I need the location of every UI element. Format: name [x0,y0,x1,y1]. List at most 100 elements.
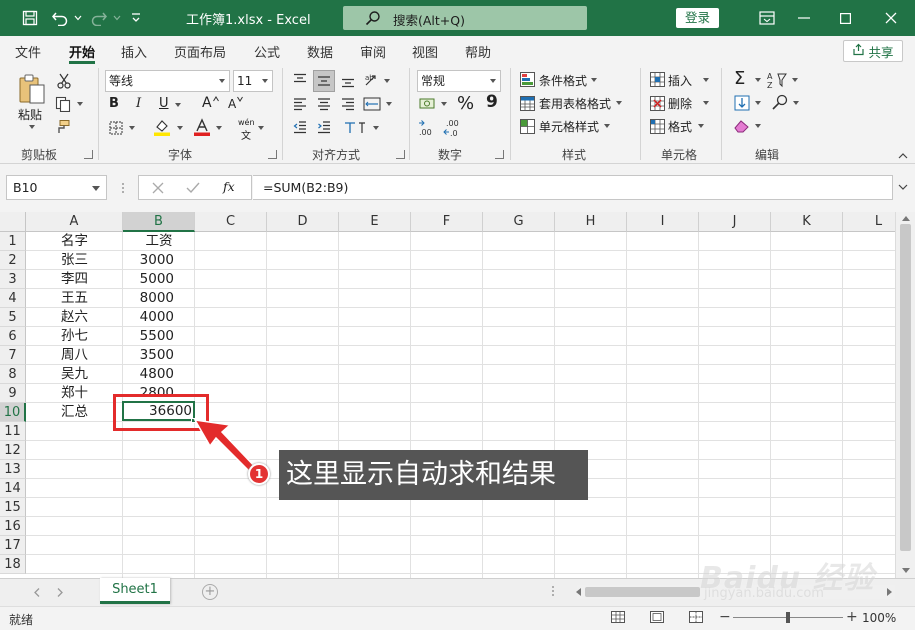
row-header-17[interactable]: 17 [0,536,26,555]
column-header-i[interactable]: I [627,212,699,232]
vertical-scroll-thumb[interactable] [900,224,911,551]
accounting-format-icon[interactable] [418,95,438,113]
sheet-tab-sheet1[interactable]: Sheet1 [100,578,170,604]
align-top-icon[interactable] [291,71,309,89]
find-select-icon[interactable] [770,93,790,111]
page-break-view-icon[interactable] [687,609,705,625]
row-header-10[interactable]: 10 [0,403,26,422]
format-cells-dropdown-icon[interactable] [698,124,704,128]
cell-b6[interactable]: 5500 [123,327,174,346]
delete-cells-label[interactable]: 删除 [668,95,692,112]
cell-styles-icon[interactable] [519,118,535,134]
zoom-in-button[interactable]: + [846,609,858,625]
undo-dropdown-icon[interactable] [73,8,83,28]
collapse-ribbon-icon[interactable] [897,151,909,161]
tab-split-handle[interactable] [550,582,556,600]
confirm-entry-icon[interactable] [185,180,201,196]
format-as-table-label[interactable]: 套用表格格式 [539,95,611,112]
column-header-k[interactable]: K [771,212,843,232]
format-as-table-icon[interactable] [519,95,535,111]
copy-icon[interactable] [53,95,73,113]
conditional-format-icon[interactable] [519,71,535,87]
formula-bar-resize-handle[interactable] [120,180,126,196]
cell-a5[interactable]: 赵六 [61,308,88,327]
font-size-select[interactable]: 11 [233,70,273,92]
decrease-font-button[interactable]: A [228,97,236,111]
wrap-text-icon[interactable] [362,95,382,113]
format-as-table-dropdown-icon[interactable] [616,101,622,105]
column-header-b[interactable]: B [123,212,195,232]
decrease-decimal-icon[interactable]: .00.0 [443,118,463,138]
comma-button[interactable]: 9 [486,92,498,112]
row-header-14[interactable]: 14 [0,479,26,498]
conditional-format-dropdown-icon[interactable] [591,78,597,82]
align-left-icon[interactable] [291,95,309,113]
autosum-dropdown-icon[interactable] [755,78,761,82]
font-name-select[interactable]: 等线 [105,70,230,92]
number-launcher-icon[interactable] [495,150,504,159]
align-center-icon[interactable] [315,95,333,113]
autosum-icon[interactable]: Σ [734,68,745,89]
insert-cells-label[interactable]: 插入 [668,72,692,89]
tab-formulas[interactable]: 公式 [254,42,280,61]
horizontal-scroll-thumb[interactable] [585,587,700,597]
orientation-dropdown-icon[interactable] [384,79,390,83]
scroll-left-icon[interactable] [574,587,582,597]
vertical-scrollbar[interactable] [895,212,915,578]
delete-cells-icon[interactable] [649,95,665,111]
cell-b1[interactable]: 工资 [123,232,195,251]
cancel-entry-icon[interactable] [150,180,166,196]
row-header-2[interactable]: 2 [0,251,26,270]
normal-view-icon[interactable] [609,609,627,625]
format-painter-icon[interactable] [53,118,73,136]
percent-button[interactable]: % [457,93,474,114]
formula-input[interactable]: =SUM(B2:B9) [253,175,893,200]
row-header-15[interactable]: 15 [0,498,26,517]
clear-dropdown-icon[interactable] [755,124,761,128]
scroll-up-icon[interactable] [901,214,911,222]
cell-a1[interactable]: 名字 [61,232,88,251]
increase-decimal-icon[interactable]: .00 [418,118,438,138]
maximize-icon[interactable] [830,6,860,30]
column-header-l[interactable]: L [843,212,895,232]
cut-icon[interactable] [55,72,73,90]
paste-label[interactable]: 粘贴 [18,106,42,123]
customize-quick-access-icon[interactable] [128,8,144,28]
cell-b5[interactable]: 4000 [123,308,174,327]
paste-icon[interactable] [16,72,48,106]
alignment-launcher-icon[interactable] [396,150,405,159]
cell-a2[interactable]: 张三 [61,251,88,270]
decrease-indent-icon[interactable] [291,118,309,136]
tab-review[interactable]: 审阅 [360,42,386,61]
sort-filter-icon[interactable]: AZ [766,70,788,90]
cell-b2[interactable]: 3000 [123,251,174,270]
row-header-16[interactable]: 16 [0,517,26,536]
minimize-icon[interactable] [789,6,819,30]
column-header-a[interactable]: A [26,212,123,232]
row-header-1[interactable]: 1 [0,232,26,251]
prev-sheet-icon[interactable] [32,586,42,598]
paste-dropdown-icon[interactable] [29,125,35,129]
column-header-g[interactable]: G [483,212,555,232]
zoom-out-button[interactable]: − [719,609,731,625]
cell-a4[interactable]: 王五 [61,289,88,308]
next-sheet-icon[interactable] [55,586,65,598]
cell-b8[interactable]: 4800 [123,365,174,384]
cell-b4[interactable]: 8000 [123,289,174,308]
redo-dropdown-icon[interactable] [112,8,122,28]
cell-a6[interactable]: 孙七 [61,327,88,346]
insert-cells-icon[interactable] [649,71,665,87]
cell-a7[interactable]: 周八 [61,346,88,365]
italic-button[interactable]: I [136,96,141,111]
format-cells-label[interactable]: 格式 [668,118,692,135]
accounting-dropdown-icon[interactable] [441,102,447,106]
copy-dropdown-icon[interactable] [77,102,83,106]
row-header-12[interactable]: 12 [0,441,26,460]
align-bottom-icon[interactable] [339,72,357,90]
column-header-h[interactable]: H [555,212,627,232]
cell-styles-dropdown-icon[interactable] [604,124,610,128]
borders-dropdown-icon[interactable] [129,126,135,130]
text-direction-dropdown-icon[interactable] [373,126,379,130]
fill-color-dropdown-icon[interactable] [177,126,183,130]
font-color-icon[interactable] [192,117,212,137]
